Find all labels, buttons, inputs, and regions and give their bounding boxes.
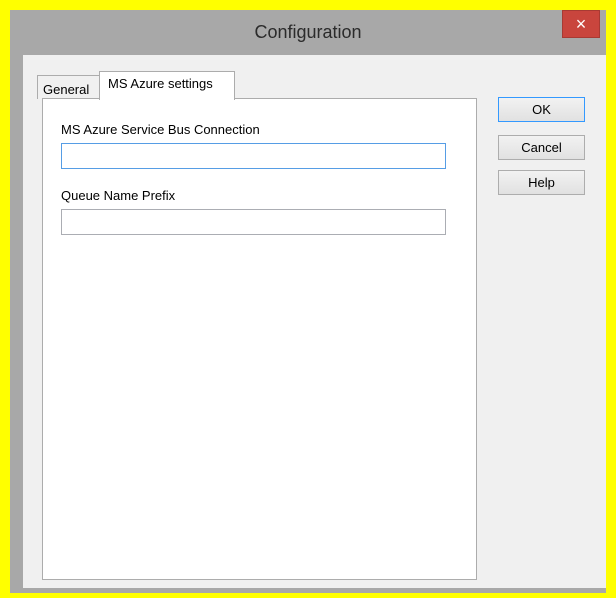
tab-panel-ms-azure-settings: MS Azure Service Bus Connection Queue Na…	[42, 98, 477, 580]
close-icon[interactable]: ×	[562, 10, 600, 38]
connection-input[interactable]	[61, 143, 446, 169]
ok-button[interactable]: OK	[498, 97, 585, 122]
queue-prefix-input[interactable]	[61, 209, 446, 235]
dialog-client-area: General MS Azure settings MS Azure Servi…	[23, 55, 606, 588]
tab-ms-azure-settings[interactable]: MS Azure settings	[99, 71, 235, 100]
dialog-frame: Configuration × General MS Azure setting…	[10, 10, 606, 593]
configuration-dialog: Configuration × General MS Azure setting…	[0, 0, 616, 598]
cancel-button[interactable]: Cancel	[498, 135, 585, 160]
tab-ms-azure-settings-label: MS Azure settings	[108, 76, 213, 91]
queue-prefix-label: Queue Name Prefix	[61, 188, 176, 203]
window-title: Configuration	[254, 22, 362, 42]
title-bar[interactable]: Configuration ×	[10, 10, 606, 55]
connection-label: MS Azure Service Bus Connection	[61, 122, 260, 137]
tab-general[interactable]: General	[37, 75, 102, 99]
help-button[interactable]: Help	[498, 170, 585, 195]
tab-general-label: General	[43, 82, 90, 97]
